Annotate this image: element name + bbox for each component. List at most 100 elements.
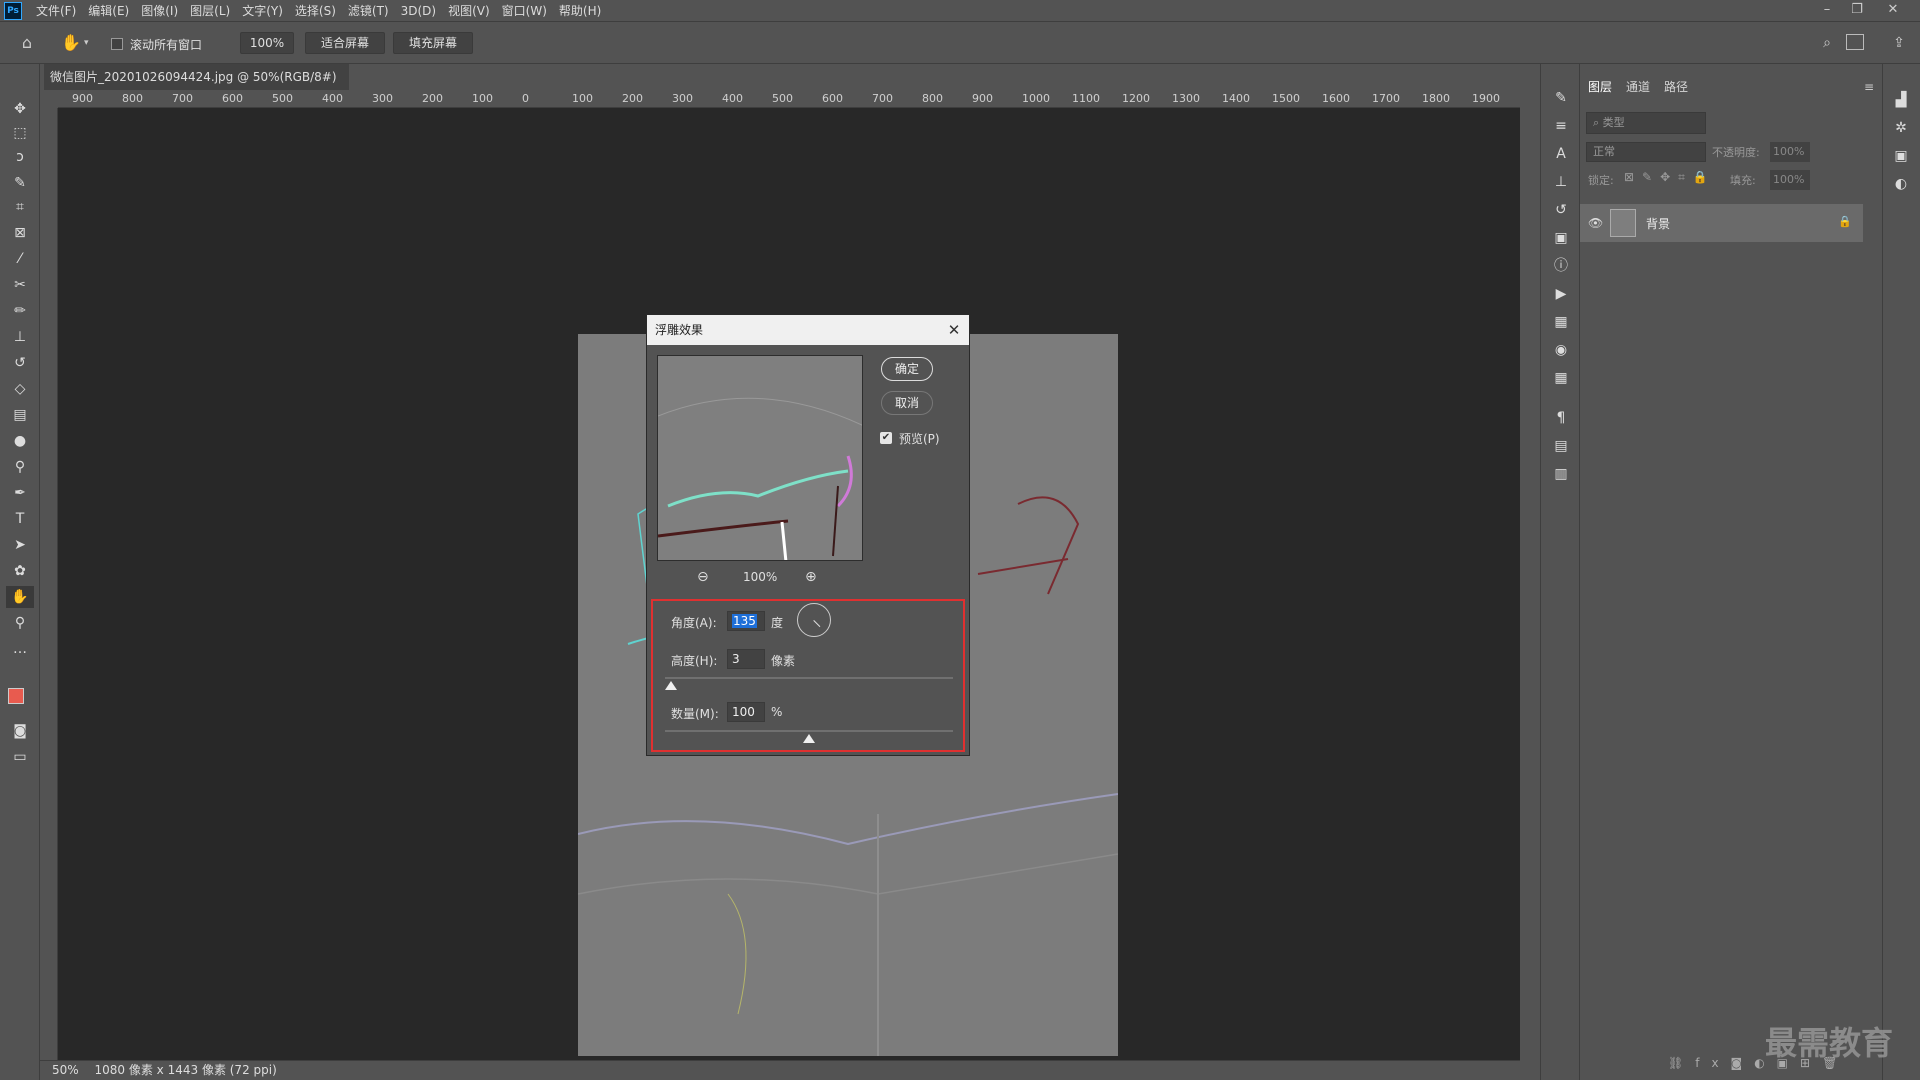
zoom-tool-icon[interactable]: ⚲ [6, 612, 34, 634]
quick-select-tool-icon[interactable]: ✎ [6, 172, 34, 194]
healing-tool-icon[interactable]: ✂ [6, 274, 34, 296]
angle-field[interactable]: 135 [727, 611, 765, 631]
options-bar: ⌂ ✋ ▾ 滚动所有窗口 100% 适合屏幕 填充屏幕 ⌕ ⇪ [0, 22, 1920, 64]
amount-field[interactable]: 100 [727, 702, 765, 722]
lock-icon: 🔒 [1838, 215, 1852, 228]
clone-source-icon[interactable]: ⊥ [1551, 172, 1571, 192]
search-icon[interactable]: ⌕ [1816, 32, 1838, 54]
angle-unit: 度 [771, 616, 784, 630]
menu-select[interactable]: 选择(S) [289, 0, 342, 22]
properties-icon[interactable]: ◐ [1891, 174, 1911, 194]
home-icon[interactable]: ⌂ [16, 32, 38, 54]
height-slider-track[interactable] [665, 677, 953, 679]
preview-checkbox[interactable]: ✔ [880, 432, 892, 444]
document-tab[interactable]: 微信图片_20201026094424.jpg @ 50%(RGB/8#) × [44, 64, 349, 110]
height-field[interactable]: 3 [727, 649, 765, 669]
swatches-icon[interactable]: ▦ [1551, 312, 1571, 332]
fill-field[interactable]: 100% [1770, 170, 1810, 190]
hand-tool-selected-icon[interactable]: ✋ [6, 586, 34, 608]
gradient-tool-icon[interactable]: ▤ [6, 404, 34, 426]
styles-icon[interactable]: ◉ [1551, 340, 1571, 360]
filter-preview[interactable] [657, 355, 863, 561]
lasso-tool-icon[interactable]: ↄ [6, 146, 34, 168]
menu-file[interactable]: 文件(F) [30, 0, 82, 22]
notes-icon[interactable]: ▥ [1551, 464, 1571, 484]
workspace-icon[interactable] [1846, 34, 1864, 50]
glyphs-icon[interactable]: ▤ [1551, 436, 1571, 456]
menu-help[interactable]: 帮助(H) [553, 0, 607, 22]
menu-window[interactable]: 窗口(W) [496, 0, 553, 22]
foreground-color-swatch[interactable] [8, 688, 24, 704]
quick-mask-icon[interactable]: ◙ [6, 720, 34, 742]
layer-row[interactable]: 👁 背景 🔒 [1580, 204, 1863, 242]
menu-type[interactable]: 文字(Y) [236, 0, 289, 22]
far-right-strip: ▟ ✲ ▣ ◐ [1882, 64, 1920, 1080]
fill-screen-button[interactable]: 填充屏幕 [393, 32, 473, 54]
frame-tool-icon[interactable]: ⊠ [6, 222, 34, 244]
hand-tool-icon[interactable]: ✋ [60, 32, 82, 54]
eye-icon[interactable]: 👁 [1588, 216, 1603, 230]
crop-tool-icon[interactable]: ⌗ [6, 196, 34, 218]
angle-dial[interactable] [797, 603, 831, 637]
panel-menu-icon[interactable]: ≡ [1864, 80, 1874, 94]
opacity-field[interactable]: 100% [1770, 142, 1810, 162]
height-slider-thumb[interactable] [664, 681, 677, 690]
scroll-all-checkbox[interactable] [111, 38, 123, 50]
document-tab-title: 微信图片_20201026094424.jpg @ 50%(RGB/8#) [50, 70, 337, 84]
zoom-out-icon[interactable]: ⊖ [697, 569, 709, 585]
chevron-down-icon[interactable]: ▾ [84, 34, 94, 52]
tab-paths[interactable]: 路径 [1664, 78, 1688, 95]
path-select-tool-icon[interactable]: ➤ [6, 534, 34, 556]
move-tool-icon[interactable]: ✥ [6, 98, 34, 120]
adjustments-icon[interactable]: ≡ [1551, 116, 1571, 136]
menu-edit[interactable]: 编辑(E) [82, 0, 135, 22]
more-tools-icon[interactable]: … [6, 638, 34, 660]
layer-filter-select[interactable]: ⌕ 类型 [1586, 112, 1706, 134]
amount-slider-thumb[interactable] [803, 734, 815, 743]
tab-layers[interactable]: 图层 [1588, 78, 1612, 95]
amount-slider-track[interactable] [665, 730, 953, 732]
eyedropper-tool-icon[interactable]: ⁄ [6, 248, 34, 270]
blend-mode-select[interactable]: 正常 [1586, 142, 1706, 162]
dialog-close-icon[interactable]: ✕ [945, 321, 963, 339]
info-icon[interactable]: ⓘ [1551, 256, 1571, 276]
tool-presets-icon[interactable]: ▣ [1551, 228, 1571, 248]
zoom-in-icon[interactable]: ⊕ [805, 569, 817, 585]
lock-icons[interactable]: ⊠✎✥⌗🔒 [1624, 170, 1716, 185]
cancel-button[interactable]: 取消 [881, 391, 933, 415]
type-tool-icon[interactable]: T [6, 508, 34, 530]
history-brush-tool-icon[interactable]: ↺ [6, 352, 34, 374]
menu-layer[interactable]: 图层(L) [184, 0, 236, 22]
zoom-100-button[interactable]: 100% [240, 32, 294, 54]
eraser-tool-icon[interactable]: ◇ [6, 378, 34, 400]
actions-play-icon[interactable]: ▶ [1551, 284, 1571, 304]
histogram-icon[interactable]: ▟ [1891, 90, 1911, 110]
menu-3d[interactable]: 3D(D) [395, 0, 442, 22]
menu-filter[interactable]: 滤镜(T) [342, 0, 395, 22]
fit-screen-button[interactable]: 适合屏幕 [305, 32, 385, 54]
paragraph-icon[interactable]: ¶ [1551, 408, 1571, 428]
libraries-icon[interactable]: ▣ [1891, 146, 1911, 166]
menu-view[interactable]: 视图(V) [442, 0, 496, 22]
screen-mode-icon[interactable]: ▭ [6, 746, 34, 768]
marquee-tool-icon[interactable]: ⬚ [6, 122, 34, 144]
minimize-button[interactable]: – [1812, 0, 1842, 22]
ok-button[interactable]: 确定 [881, 357, 933, 381]
navigator-icon[interactable]: ✲ [1891, 118, 1911, 138]
table-icon[interactable]: ▦ [1551, 368, 1571, 388]
blur-tool-icon[interactable]: ● [6, 430, 34, 452]
tab-channels[interactable]: 通道 [1626, 78, 1650, 95]
pen-tool-icon[interactable]: ✒ [6, 482, 34, 504]
dodge-tool-icon[interactable]: ⚲ [6, 456, 34, 478]
history-icon[interactable]: ↺ [1551, 200, 1571, 220]
brush-tool-icon[interactable]: ✏ [6, 300, 34, 322]
stamp-tool-icon[interactable]: ⊥ [6, 326, 34, 348]
share-icon[interactable]: ⇪ [1888, 32, 1910, 54]
restore-button[interactable]: ❐ [1842, 0, 1872, 22]
shape-tool-icon[interactable]: ✿ [6, 560, 34, 582]
menu-image[interactable]: 图像(I) [135, 0, 184, 22]
character-icon[interactable]: A [1551, 144, 1571, 164]
ruler-label: 800 [122, 92, 143, 105]
brush-settings-icon[interactable]: ✎ [1551, 88, 1571, 108]
close-window-button[interactable]: ✕ [1878, 0, 1908, 22]
